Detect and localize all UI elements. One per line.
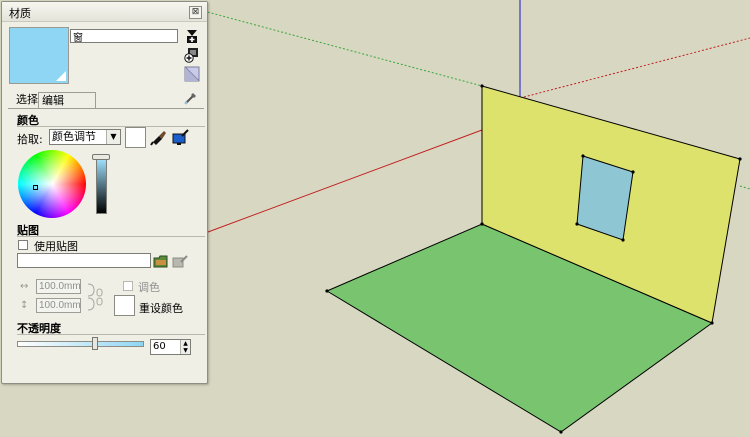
materials-panel: 材质 ⊠ 选择 编辑 颜色 拾取: 颜色调节 ▼ 贴图 bbox=[1, 1, 208, 384]
red-axis bbox=[207, 129, 483, 233]
tab-divider bbox=[8, 108, 204, 109]
add-to-model-icon[interactable] bbox=[184, 47, 200, 63]
brightness-thumb[interactable] bbox=[92, 154, 110, 160]
colorize-label: 调色 bbox=[138, 281, 160, 294]
opacity-separator bbox=[17, 334, 205, 335]
close-icon[interactable]: ⊠ bbox=[189, 6, 202, 19]
color-wheel-cursor[interactable] bbox=[33, 185, 38, 190]
material-preview-swatch bbox=[9, 27, 69, 84]
create-material-icon[interactable] bbox=[184, 28, 200, 44]
spin-up-icon[interactable]: ▲ bbox=[180, 340, 190, 347]
panel-titlebar[interactable]: 材质 ⊠ bbox=[2, 2, 207, 22]
green-axis-dashed bbox=[199, 9, 483, 87]
spin-down-icon[interactable]: ▼ bbox=[180, 347, 190, 354]
sample-paint-icon[interactable] bbox=[150, 128, 168, 146]
tab-select[interactable]: 选择 bbox=[13, 92, 41, 109]
use-texture-label: 使用贴图 bbox=[34, 240, 78, 253]
panel-title: 材质 bbox=[9, 7, 31, 20]
tab-edit[interactable]: 编辑 bbox=[38, 92, 96, 109]
swatch-corner-icon bbox=[56, 71, 66, 81]
chevron-down-icon[interactable]: ▼ bbox=[106, 130, 120, 144]
colorize-checkbox[interactable] bbox=[123, 281, 133, 291]
texture-separator bbox=[17, 236, 205, 237]
pick-label: 拾取: bbox=[17, 133, 43, 146]
reset-color-box[interactable] bbox=[114, 295, 135, 316]
texture-file-input[interactable] bbox=[17, 253, 151, 268]
opacity-spinner[interactable]: 60 ▲ ▼ bbox=[150, 339, 191, 355]
color-picker-select[interactable]: 颜色调节 ▼ bbox=[49, 129, 121, 145]
opacity-slider-thumb[interactable] bbox=[92, 337, 98, 350]
color-wheel[interactable] bbox=[18, 150, 86, 218]
width-arrow-icon: ↔ bbox=[20, 281, 29, 292]
browse-texture-icon[interactable] bbox=[153, 253, 169, 269]
material-name-input[interactable] bbox=[70, 29, 178, 43]
texture-height-field[interactable] bbox=[36, 298, 81, 313]
opacity-slider[interactable] bbox=[17, 341, 144, 347]
link-aspect-icon[interactable] bbox=[86, 281, 106, 313]
brightness-bar[interactable] bbox=[96, 158, 107, 214]
height-arrow-icon: ↕ bbox=[20, 300, 29, 311]
default-material-icon[interactable] bbox=[184, 66, 200, 82]
use-texture-checkbox[interactable] bbox=[18, 240, 28, 250]
reset-color-label[interactable]: 重设颜色 bbox=[139, 300, 183, 316]
opacity-value: 60 bbox=[153, 341, 166, 352]
current-color-box[interactable] bbox=[125, 127, 146, 148]
match-screen-color-icon[interactable] bbox=[172, 128, 190, 146]
eyedropper-icon[interactable] bbox=[183, 90, 199, 106]
color-separator bbox=[17, 126, 205, 127]
green-axis-dashed-right bbox=[739, 185, 750, 190]
red-axis-dashed bbox=[519, 37, 750, 99]
color-picker-value: 颜色调节 bbox=[52, 130, 96, 143]
edit-texture-icon[interactable] bbox=[172, 253, 188, 269]
texture-width-field[interactable] bbox=[36, 279, 81, 294]
